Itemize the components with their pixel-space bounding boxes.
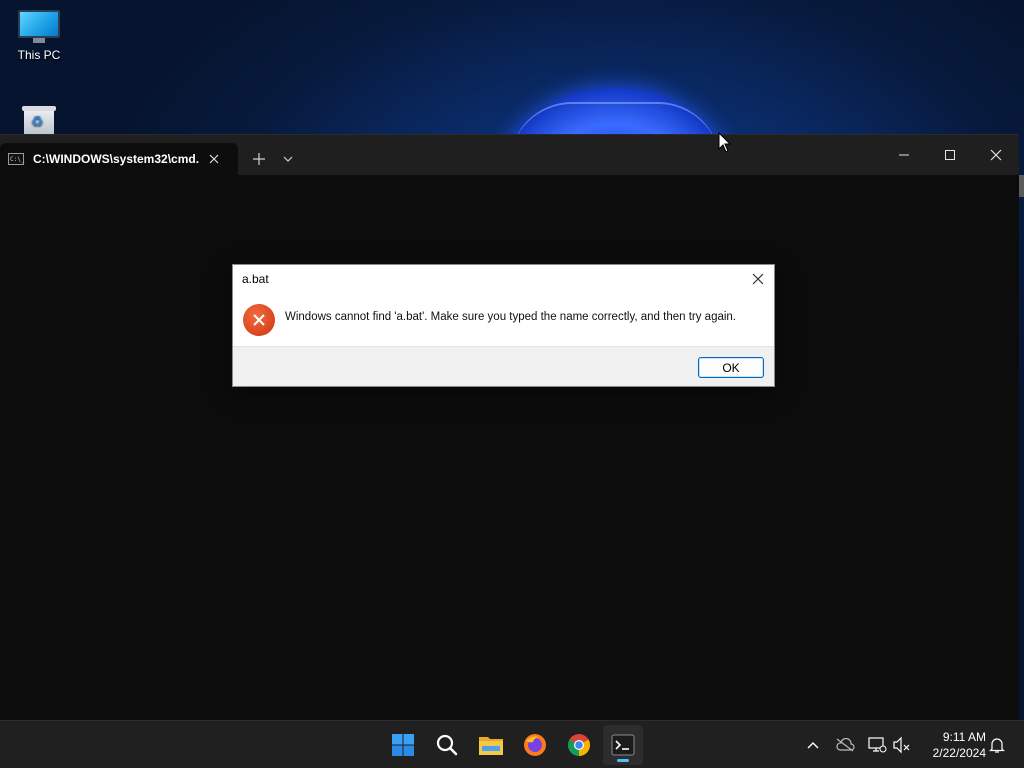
cmd-icon: C:\_ [8, 153, 24, 165]
tray-volume[interactable] [890, 733, 914, 757]
monitor-icon [18, 10, 60, 44]
error-dialog[interactable]: a.bat Windows cannot find 'a.bat'. Make … [232, 264, 775, 387]
maximize-button[interactable] [927, 135, 973, 175]
taskbar: 9:11 AM 2/22/2024 [0, 720, 1024, 768]
volume-muted-icon [893, 736, 910, 754]
taskbar-search-button[interactable] [427, 725, 467, 765]
taskbar-file-explorer[interactable] [471, 725, 511, 765]
dialog-footer: OK [233, 346, 774, 386]
tray-notifications[interactable] [985, 733, 1009, 757]
clock-time: 9:11 AM [942, 730, 986, 744]
ok-button[interactable]: OK [698, 357, 764, 378]
clock-date: 2/22/2024 [932, 746, 986, 760]
maximize-icon [945, 150, 955, 160]
desktop-icon-label: This PC [17, 48, 61, 62]
tab-dropdown-button[interactable] [274, 145, 302, 173]
close-icon [990, 149, 1002, 161]
error-icon [243, 304, 275, 336]
terminal-icon [611, 734, 635, 756]
terminal-titlebar[interactable]: C:\_ C:\WINDOWS\system32\cmd. [0, 135, 1019, 175]
taskbar-start-button[interactable] [383, 725, 423, 765]
chevron-up-icon [807, 742, 819, 749]
tray-network[interactable] [865, 733, 889, 757]
scrollbar[interactable] [1019, 175, 1024, 197]
taskbar-firefox[interactable] [515, 725, 555, 765]
new-tab-button[interactable] [244, 145, 274, 173]
cloud-off-icon [836, 738, 855, 752]
tray-overflow-button[interactable] [801, 733, 825, 757]
close-icon [752, 273, 764, 285]
terminal-window[interactable]: C:\_ C:\WINDOWS\system32\cmd. [0, 134, 1024, 720]
tab-close-icon[interactable] [205, 151, 223, 167]
windows-start-icon [392, 734, 414, 756]
notification-bell-icon [989, 738, 1005, 753]
search-icon [436, 734, 458, 756]
taskbar-chrome[interactable] [559, 725, 599, 765]
network-icon [868, 737, 887, 753]
dialog-title: a.bat [242, 272, 269, 286]
active-app-indicator [617, 759, 629, 762]
desktop-icon-this-pc[interactable]: This PC [1, 10, 77, 62]
chevron-down-icon [283, 156, 293, 162]
dialog-close-button[interactable] [748, 269, 768, 289]
minimize-icon [899, 154, 909, 156]
firefox-icon [524, 734, 546, 756]
tab-cmd[interactable]: C:\_ C:\WINDOWS\system32\cmd. [0, 143, 238, 175]
chrome-icon [568, 734, 590, 756]
tab-title: C:\WINDOWS\system32\cmd. [33, 152, 200, 166]
tray-clock[interactable]: 9:11 AM 2/22/2024 [920, 729, 986, 761]
new-tab-icon [253, 153, 265, 165]
window-controls [881, 135, 1019, 175]
minimize-button[interactable] [881, 135, 927, 175]
taskbar-terminal[interactable] [603, 725, 643, 765]
tray-onedrive[interactable] [833, 733, 857, 757]
mouse-cursor-icon [718, 132, 732, 153]
recycle-bin-icon: ♻ [22, 106, 56, 136]
folder-icon [479, 737, 503, 755]
dialog-message: Windows cannot find 'a.bat'. Make sure y… [285, 311, 737, 323]
close-window-button[interactable] [973, 135, 1019, 175]
